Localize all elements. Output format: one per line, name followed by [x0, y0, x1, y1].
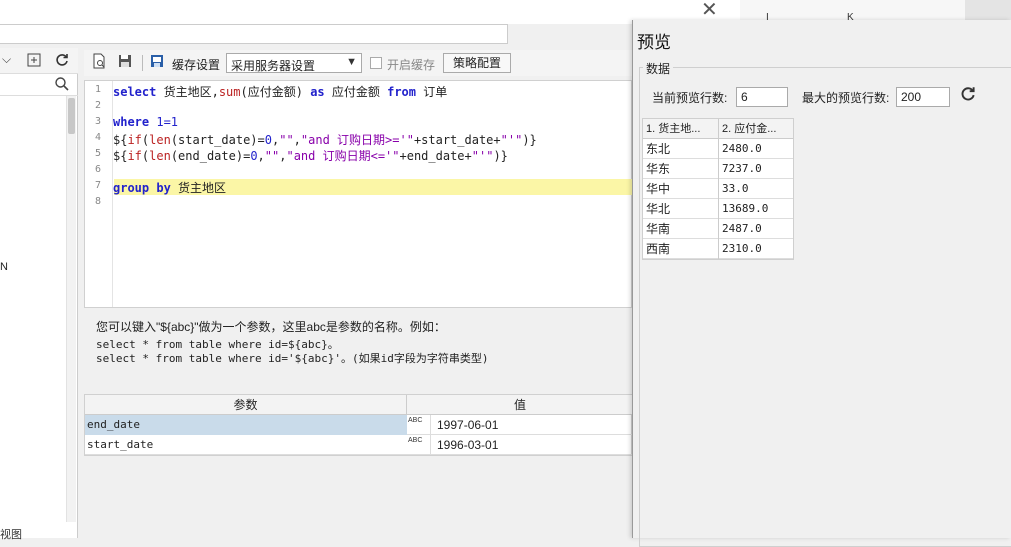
strategy-config-button[interactable]: 策略配置: [443, 53, 511, 73]
param-value-cell[interactable]: 1997-06-01: [431, 415, 633, 435]
region-cell: 华东: [643, 159, 719, 179]
line-number: 2: [94, 100, 101, 111]
cache-settings-label: 缓存设置: [172, 58, 221, 72]
current-rows-input[interactable]: 6: [736, 87, 788, 107]
format-icon[interactable]: [24, 51, 44, 71]
refresh-icon[interactable]: [52, 51, 72, 71]
hint-line-1: 您可以键入"${abc}"做为一个参数，这里abc是参数的名称。例如：: [96, 320, 446, 334]
type-abc-icon[interactable]: ABC: [407, 415, 431, 435]
code-line-3: where 1=1: [113, 115, 179, 129]
line-number: 8: [94, 196, 101, 207]
amount-cell: 2480.0: [722, 142, 762, 155]
lower-panel: [84, 456, 632, 538]
dialog-title: 预览: [637, 33, 671, 52]
cache-mode-value: 采用服务器设置: [231, 59, 316, 73]
grid-header-row: 1. 货主地... 2. 应付金...: [643, 119, 793, 139]
enable-cache-checkbox[interactable]: [370, 57, 382, 69]
region-cell: 华中: [643, 179, 719, 199]
region-cell: 华北: [643, 199, 719, 219]
table-row[interactable]: end_date ABC 1997-06-01: [85, 415, 633, 435]
view-label[interactable]: 视图: [0, 526, 22, 542]
param-name-header[interactable]: 参数: [85, 395, 407, 415]
search-icon[interactable]: [54, 76, 70, 95]
chevron-down-icon[interactable]: ▼: [346, 56, 357, 68]
toolbar-divider: [142, 55, 143, 71]
table-row[interactable]: start_date ABC 1996-03-01: [85, 435, 633, 455]
amount-cell: 13689.0: [722, 202, 769, 215]
save-icon[interactable]: [116, 53, 134, 71]
line-number: 4: [94, 132, 101, 143]
table-row[interactable]: 华南 2487.0: [643, 219, 793, 239]
line-number: 3: [94, 116, 101, 127]
code-line-4: ${if(len(start_date)=0,"","and 订购日期>='"+…: [113, 133, 537, 147]
top-input-field[interactable]: [0, 24, 508, 44]
table-row[interactable]: 东北 2480.0: [643, 139, 793, 159]
table-row[interactable]: 华北 13689.0: [643, 199, 793, 219]
parameter-hint: 您可以键入"${abc}"做为一个参数，这里abc是参数的名称。例如： sele…: [84, 310, 632, 394]
param-value-cell[interactable]: 1996-03-01: [431, 435, 633, 455]
param-name-cell[interactable]: start_date: [85, 435, 407, 455]
column-header[interactable]: 2. 应付金...: [719, 119, 794, 139]
type-abc-icon[interactable]: ABC: [407, 435, 431, 455]
enable-cache-label: 开启缓存: [387, 58, 436, 72]
preview-doc-icon[interactable]: [90, 53, 108, 71]
code-line-7: group by 货主地区: [113, 181, 227, 195]
region-cell: 东北: [643, 139, 719, 159]
left-search-bar[interactable]: [0, 74, 78, 96]
preview-result-grid: 1. 货主地... 2. 应付金... 东北 2480.0 华东 7237.0 …: [642, 118, 794, 260]
editor-toolbar: 缓存设置 采用服务器设置 ▼ 开启缓存 策略配置: [84, 50, 632, 76]
param-value-header[interactable]: 值: [407, 395, 633, 415]
line-number-gutter: 1 2 3 4 5 6 7 8: [85, 81, 113, 307]
amount-cell: 2487.0: [722, 222, 762, 235]
cache-mode-select[interactable]: 采用服务器设置 ▼: [226, 53, 362, 73]
left-toolbar: ⌵: [0, 48, 78, 74]
amount-cell: 33.0: [722, 182, 749, 195]
background-sheet-header: I K: [740, 0, 1011, 23]
amount-cell: 2310.0: [722, 242, 762, 255]
hint-line-3: select * from table where id='${abc}'。(如…: [96, 352, 489, 365]
code-line-5: ${if(len(end_date)=0,"","and 订购日期<='"+en…: [113, 149, 508, 163]
param-name-cell[interactable]: end_date: [85, 415, 407, 435]
parameter-table: 参数 值 end_date ABC 1997-06-01 start_date …: [84, 394, 633, 456]
left-panel: ⌵ N 视图: [0, 48, 78, 541]
refresh-icon[interactable]: [958, 85, 978, 107]
max-rows-input[interactable]: 200: [896, 87, 950, 107]
sql-editor[interactable]: 1 2 3 4 5 6 7 8 select 货主地区,sum(应付金额) as…: [84, 80, 632, 308]
line-number: 6: [94, 164, 101, 175]
sheet-corner: [965, 0, 1011, 22]
close-icon[interactable]: ✕: [701, 0, 718, 22]
preview-dialog: 预览 数据 当前预览行数: 6 最大的预览行数: 200 1. 货主地... 2…: [632, 20, 1011, 547]
table-row[interactable]: 华东 7237.0: [643, 159, 793, 179]
table-row[interactable]: 西南 2310.0: [643, 239, 793, 259]
top-bar: ✕: [0, 0, 740, 24]
line-number: 7: [94, 180, 101, 191]
amount-cell: 7237.0: [722, 162, 762, 175]
region-cell: 西南: [643, 239, 719, 259]
line-number: 1: [94, 84, 101, 95]
column-header[interactable]: 1. 货主地...: [643, 119, 719, 139]
line-number: 5: [94, 148, 101, 159]
region-cell: 华南: [643, 219, 719, 239]
code-line-1: select 货主地区,sum(应付金额) as 应付金额 from 订单: [113, 85, 448, 99]
max-rows-label: 最大的预览行数:: [802, 91, 890, 105]
left-scrollbar[interactable]: [66, 96, 76, 522]
table-row[interactable]: 华中 33.0: [643, 179, 793, 199]
scrollbar-thumb[interactable]: [68, 98, 75, 134]
cache-settings-icon[interactable]: [148, 53, 166, 71]
data-group-label: 数据: [643, 60, 674, 77]
chevron-down-icon[interactable]: ⌵: [2, 52, 16, 68]
tree-letter: N: [0, 261, 8, 273]
current-rows-label: 当前预览行数:: [652, 91, 728, 105]
